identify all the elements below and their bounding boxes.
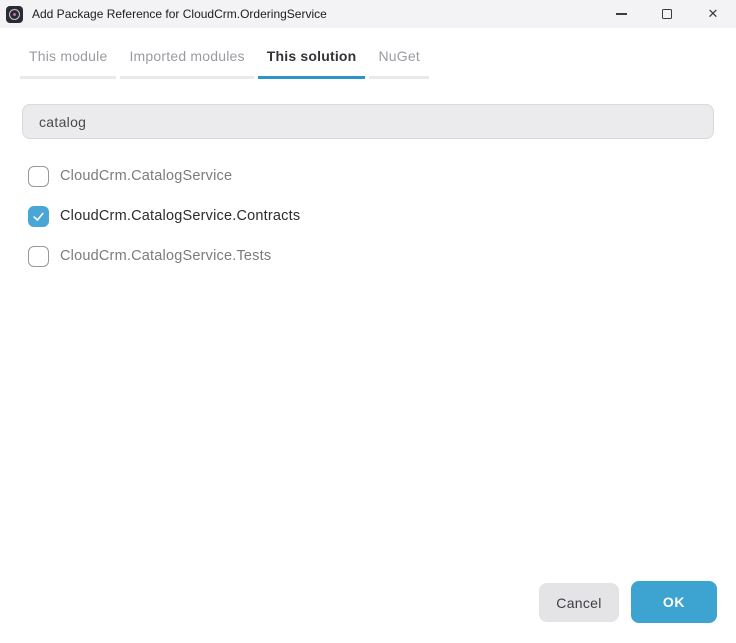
package-row-tests[interactable]: CloudCrm.CatalogService.Tests [0, 236, 736, 276]
minimize-button[interactable] [598, 0, 644, 28]
checkbox-checked[interactable] [28, 206, 49, 227]
cancel-button[interactable]: Cancel [539, 583, 619, 622]
package-list: CloudCrm.CatalogService CloudCrm.Catalog… [0, 156, 736, 276]
search-input[interactable] [22, 104, 714, 139]
tab-nuget[interactable]: NuGet [369, 43, 428, 79]
checkbox-unchecked[interactable] [28, 166, 49, 187]
app-icon [6, 6, 23, 23]
maximize-icon [662, 9, 672, 19]
package-name: CloudCrm.CatalogService.Tests [60, 248, 271, 264]
ok-button[interactable]: OK [631, 581, 717, 623]
window-controls: ✕ [598, 0, 736, 28]
tab-this-solution[interactable]: This solution [258, 43, 366, 79]
maximize-button[interactable] [644, 0, 690, 28]
minimize-icon [616, 13, 627, 14]
close-button[interactable]: ✕ [690, 0, 736, 28]
checkbox-unchecked[interactable] [28, 246, 49, 267]
tab-bar: This module Imported modules This soluti… [0, 43, 736, 79]
package-row-catalogservice[interactable]: CloudCrm.CatalogService [0, 156, 736, 196]
check-icon [32, 210, 45, 223]
package-row-contracts[interactable]: CloudCrm.CatalogService.Contracts [0, 196, 736, 236]
close-icon: ✕ [708, 6, 719, 22]
package-name: CloudCrm.CatalogService.Contracts [60, 208, 300, 224]
tab-this-module[interactable]: This module [20, 43, 116, 79]
tab-imported-modules[interactable]: Imported modules [120, 43, 253, 79]
search-container [0, 104, 736, 139]
package-name: CloudCrm.CatalogService [60, 168, 232, 184]
window-title: Add Package Reference for CloudCrm.Order… [32, 7, 327, 21]
title-bar: Add Package Reference for CloudCrm.Order… [0, 0, 736, 28]
